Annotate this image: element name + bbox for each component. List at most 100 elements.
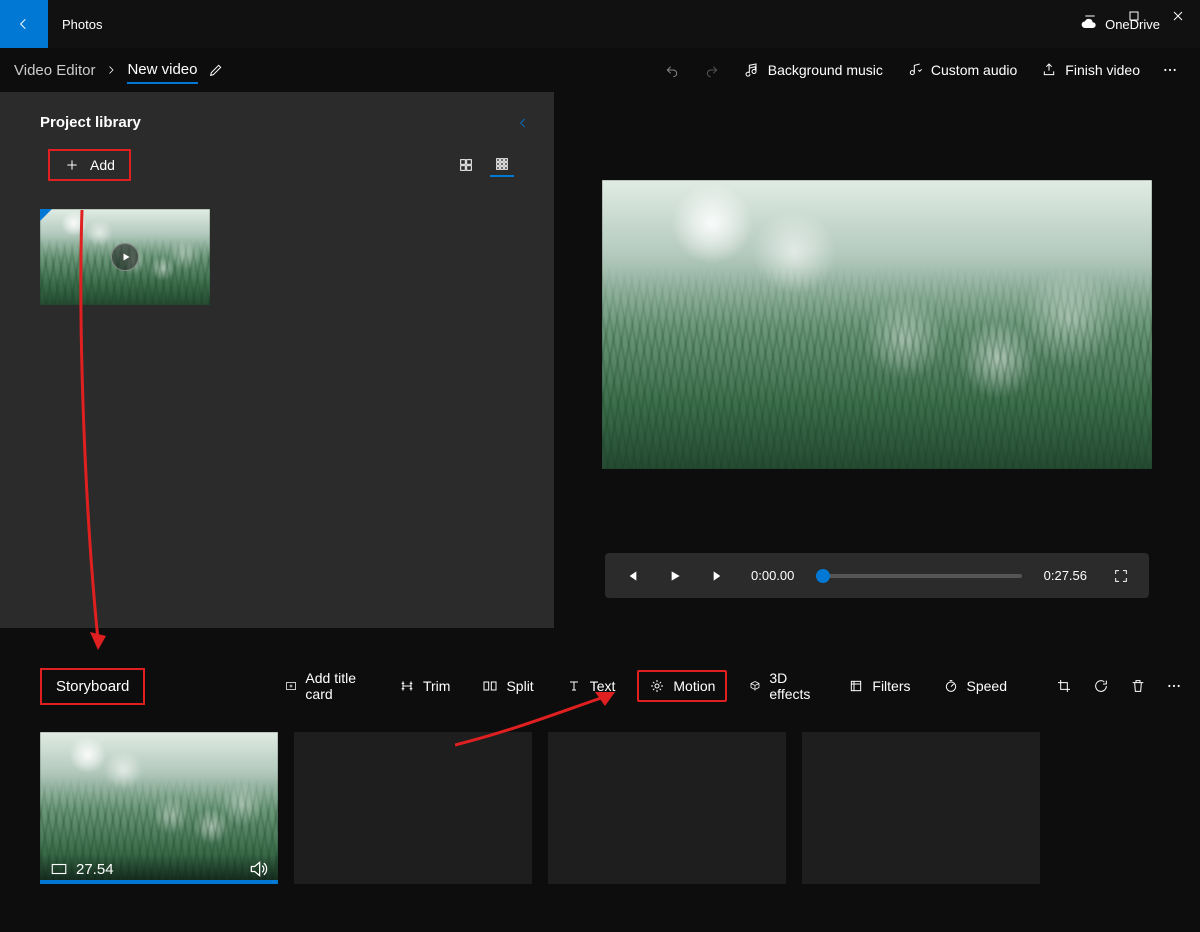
project-library-title: Project library [40,114,141,131]
scrubber[interactable] [816,574,1021,578]
text-label: Text [590,678,616,694]
clip-progress-indicator [40,880,278,884]
add-title-card-button[interactable]: Add title card [275,664,377,708]
filters-icon [848,678,864,694]
prev-frame-icon [625,568,641,584]
motion-label: Motion [673,678,715,694]
prev-frame-button[interactable] [621,564,645,588]
motion-icon [649,678,665,694]
export-icon [1041,62,1057,78]
view-toggles [454,153,514,177]
storyboard-clip[interactable]: 27.54 [40,732,278,884]
breadcrumb-parent[interactable]: Video Editor [14,62,95,79]
window-controls [1068,0,1200,32]
storyboard-clips: 27.54 [40,732,1160,884]
text-button[interactable]: Text [556,672,626,700]
top-toolbar: Video Editor New video Background music … [0,48,1200,92]
grid-2x2-icon [458,157,474,173]
chevron-left-icon[interactable] [516,116,530,130]
fullscreen-button[interactable] [1109,564,1133,588]
background-music-label: Background music [768,62,883,78]
minimize-button[interactable] [1068,0,1112,32]
close-button[interactable] [1156,0,1200,32]
motion-button[interactable]: Motion [637,670,727,702]
play-button[interactable] [663,564,687,588]
delete-button[interactable] [1125,670,1150,702]
selected-corner-marker [40,209,52,221]
breadcrumb: Video Editor New video [14,57,224,84]
3d-effects-icon [749,678,761,694]
back-arrow-icon [16,16,32,32]
finish-video-label: Finish video [1065,62,1140,78]
add-label: Add [90,157,115,173]
custom-audio-label: Custom audio [931,62,1017,78]
next-frame-button[interactable] [705,564,729,588]
finish-video-button[interactable]: Finish video [1031,56,1150,84]
main-area: Project library Add [0,92,1200,628]
music-note-icon [744,62,760,78]
aspect-icon [50,860,68,878]
close-icon [1170,8,1186,24]
custom-audio-icon [907,62,923,78]
background-music-button[interactable]: Background music [734,56,893,84]
maximize-button[interactable] [1112,0,1156,32]
rotate-icon [1093,678,1109,694]
undo-button[interactable] [654,56,690,84]
storyboard-empty-slot[interactable] [802,732,1040,884]
crop-icon [1056,678,1072,694]
next-frame-icon [709,568,725,584]
storyboard-toolbar: Add title card Trim Split Text Motion 3D… [275,664,1186,708]
preview-panel: 0:00.00 0:27.56 [554,92,1200,628]
breadcrumb-current[interactable]: New video [127,61,197,84]
split-icon [482,678,498,694]
3d-effects-label: 3D effects [769,670,816,702]
title-bar: Photos OneDrive [0,0,1200,48]
speed-label: Speed [967,678,1007,694]
view-small-tiles[interactable] [490,153,514,177]
custom-audio-button[interactable]: Custom audio [897,56,1027,84]
minimize-icon [1082,8,1098,24]
undo-icon [664,62,680,78]
add-button[interactable]: Add [48,149,131,181]
playback-controls: 0:00.00 0:27.56 [605,553,1149,598]
3d-effects-button[interactable]: 3D effects [739,664,826,708]
trim-label: Trim [423,678,450,694]
split-button[interactable]: Split [472,672,543,700]
play-icon [667,568,683,584]
redo-icon [704,62,720,78]
more-horizontal-icon [1166,678,1182,694]
storyboard-title: Storyboard [40,668,145,705]
storyboard-section: Storyboard Add title card Trim Split Tex… [0,628,1200,884]
filters-label: Filters [872,678,910,694]
trash-icon [1130,678,1146,694]
plus-icon [64,157,80,173]
project-library-panel: Project library Add [0,92,554,628]
storyboard-empty-slot[interactable] [294,732,532,884]
storyboard-empty-slot[interactable] [548,732,786,884]
pencil-icon[interactable] [208,62,224,78]
split-label: Split [506,678,533,694]
rotate-button[interactable] [1089,670,1114,702]
fullscreen-icon [1113,568,1129,584]
scrubber-handle[interactable] [816,569,830,583]
storyboard-more-button[interactable] [1162,670,1187,702]
add-title-card-label: Add title card [305,670,367,702]
text-icon [566,678,582,694]
library-clip[interactable] [40,209,210,305]
storyboard-clip-duration: 27.54 [76,861,114,878]
view-large-tiles[interactable] [454,153,478,177]
back-button[interactable] [0,0,48,48]
more-button[interactable] [1154,56,1186,84]
volume-icon[interactable] [248,859,268,879]
play-overlay-icon [111,243,139,271]
trim-button[interactable]: Trim [389,672,460,700]
speed-button[interactable]: Speed [933,672,1017,700]
more-horizontal-icon [1162,62,1178,78]
resize-button[interactable] [1052,670,1077,702]
redo-button[interactable] [694,56,730,84]
trim-icon [399,678,415,694]
library-items [0,181,554,305]
preview-video[interactable] [602,180,1152,469]
grid-3x3-icon [494,156,510,172]
filters-button[interactable]: Filters [838,672,920,700]
